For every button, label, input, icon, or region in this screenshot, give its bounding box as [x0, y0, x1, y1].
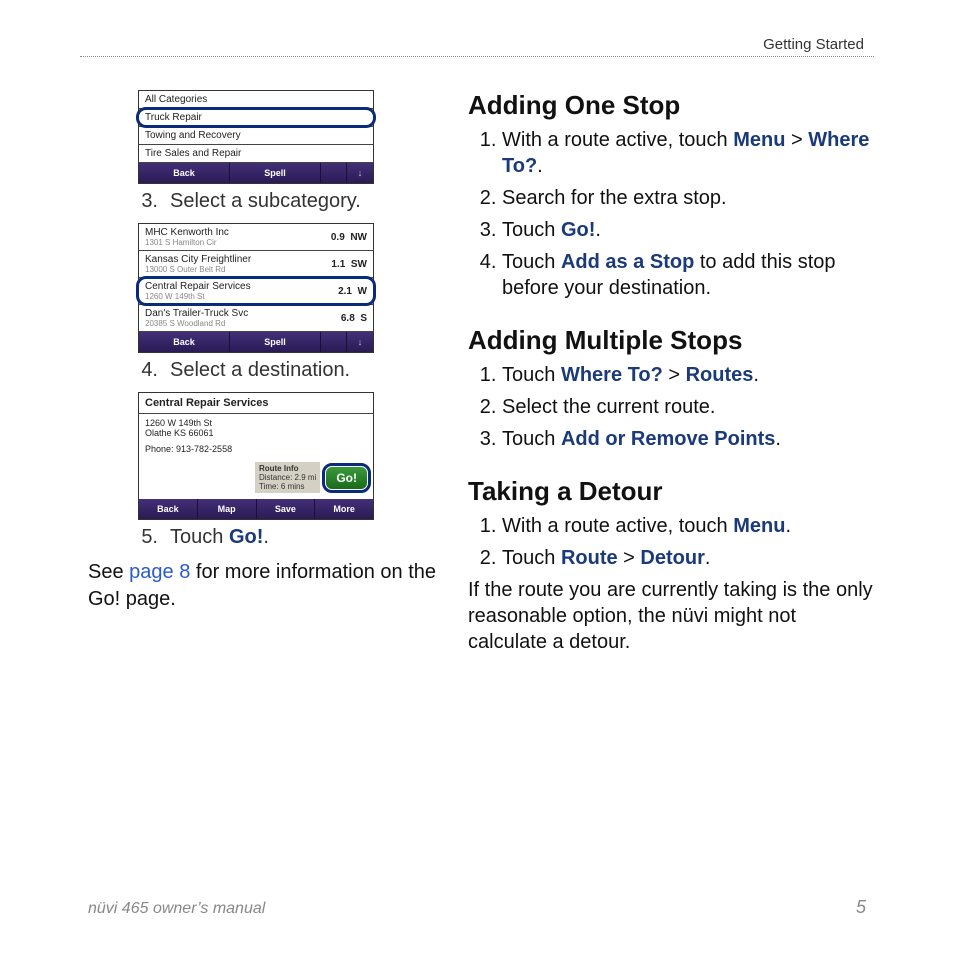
- step-text: Select a subcategory.: [170, 190, 361, 213]
- bold-menu: Menu: [733, 129, 785, 151]
- addr: 1260 W 149th St: [145, 292, 251, 301]
- bold-where-to: Where To?: [561, 364, 663, 386]
- spacer: [321, 332, 347, 352]
- poi-addr1: 1260 W 149th St: [145, 418, 367, 428]
- detour-note: If the route you are currently taking is…: [468, 577, 874, 655]
- footer-title: nüvi 465 owner’s manual: [88, 900, 265, 918]
- page-number: 5: [856, 897, 866, 918]
- dist: 1.1: [331, 259, 345, 270]
- more-button: More: [315, 499, 373, 519]
- step-text: Touch Go!.: [170, 526, 269, 549]
- button-bar: Back Spell ↓: [139, 163, 373, 183]
- route-info-time: Time: 6 mins: [259, 482, 316, 491]
- dir: NW: [350, 232, 367, 243]
- section-adding-multiple-stops: Adding Multiple Stops Touch Where To? > …: [468, 325, 874, 452]
- list-item-highlighted: Central Repair Services1260 W 149th St 2…: [139, 278, 373, 305]
- label: Towing and Recovery: [145, 130, 241, 141]
- spell-button: Spell: [230, 332, 321, 352]
- results-screenshot: MHC Kenworth Inc1301 S Hamilton Cir 0.9 …: [138, 223, 374, 353]
- step-3: 3. Select a subcategory.: [138, 190, 438, 213]
- addr: 1301 S Hamilton Cir: [145, 238, 229, 247]
- step-number: 3.: [138, 190, 158, 213]
- step-number: 5.: [138, 526, 158, 549]
- back-button: Back: [139, 163, 230, 183]
- step-4: 4. Select a destination.: [138, 359, 438, 382]
- route-info-box: Route Info Distance: 2.9 mi Time: 6 mins: [255, 462, 320, 493]
- bold-go: Go!: [561, 219, 595, 241]
- step: Touch Add as a Stop to add this stop bef…: [502, 249, 874, 301]
- step: Search for the extra stop.: [502, 185, 874, 211]
- dir: W: [358, 286, 367, 297]
- step: Touch Where To? > Routes.: [502, 362, 874, 388]
- step-5: 5. Touch Go!.: [138, 526, 438, 549]
- heading: Adding Multiple Stops: [468, 325, 874, 356]
- list-item: Dan's Trailer-Truck Svc20385 S Woodland …: [139, 305, 373, 332]
- step: Touch Route > Detour.: [502, 545, 874, 571]
- label: All Categories: [145, 94, 207, 105]
- list-item: Tire Sales and Repair: [139, 145, 373, 163]
- step: Touch Add or Remove Points.: [502, 426, 874, 452]
- bold-routes: Routes: [686, 364, 754, 386]
- bold-route: Route: [561, 547, 618, 569]
- button-bar: Back Map Save More: [139, 499, 373, 519]
- step: With a route active, touch Menu > Where …: [502, 127, 874, 179]
- spacer: [321, 163, 347, 183]
- addr: 13000 S Outer Belt Rd: [145, 265, 251, 274]
- page-link[interactable]: page 8: [129, 561, 190, 583]
- see-note: See page 8 for more information on the G…: [88, 559, 438, 613]
- go-text: Go!: [229, 526, 263, 548]
- step-number: 4.: [138, 359, 158, 382]
- step-text: Select a destination.: [170, 359, 350, 382]
- name: MHC Kenworth Inc: [145, 227, 229, 238]
- poi-title: Central Repair Services: [145, 397, 269, 409]
- heading: Adding One Stop: [468, 90, 874, 121]
- detail-screenshot: Central Repair Services 1260 W 149th St …: [138, 392, 374, 520]
- heading: Taking a Detour: [468, 476, 874, 507]
- back-button: Back: [139, 499, 198, 519]
- step: Touch Go!.: [502, 217, 874, 243]
- dist: 2.1: [338, 286, 352, 297]
- list-item: MHC Kenworth Inc1301 S Hamilton Cir 0.9 …: [139, 224, 373, 251]
- poi-phone: Phone: 913-782-2558: [145, 444, 367, 454]
- route-info-label: Route Info: [259, 464, 299, 473]
- header-rule: [80, 56, 874, 57]
- categories-screenshot: All Categories Truck Repair Towing and R…: [138, 90, 374, 184]
- name: Kansas City Freightliner: [145, 254, 251, 265]
- dist: 6.8: [341, 313, 355, 324]
- addr: 20385 S Woodland Rd: [145, 319, 248, 328]
- down-icon: ↓: [347, 332, 373, 352]
- map-button: Map: [198, 499, 257, 519]
- list-item: All Categories: [139, 91, 373, 109]
- go-button: Go!: [326, 467, 367, 489]
- label: Tire Sales and Repair: [145, 148, 241, 159]
- bold-detour: Detour: [640, 547, 704, 569]
- section-taking-detour: Taking a Detour With a route active, tou…: [468, 476, 874, 655]
- poi-addr2: Olathe KS 66061: [145, 428, 367, 438]
- name: Central Repair Services: [145, 281, 251, 292]
- bold-add-as-stop: Add as a Stop: [561, 251, 694, 273]
- down-icon: ↓: [347, 163, 373, 183]
- step: Select the current route.: [502, 394, 874, 420]
- name: Dan's Trailer-Truck Svc: [145, 308, 248, 319]
- route-info-dist: Distance: 2.9 mi: [259, 473, 316, 482]
- list-item: Towing and Recovery: [139, 127, 373, 145]
- save-button: Save: [257, 499, 316, 519]
- button-bar: Back Spell ↓: [139, 332, 373, 352]
- spell-button: Spell: [230, 163, 321, 183]
- label: Truck Repair: [145, 112, 202, 123]
- step: With a route active, touch Menu.: [502, 513, 874, 539]
- dir: SW: [351, 259, 367, 270]
- back-button: Back: [139, 332, 230, 352]
- list-item: Kansas City Freightliner13000 S Outer Be…: [139, 251, 373, 278]
- bold-menu: Menu: [733, 515, 785, 537]
- dir: S: [360, 313, 367, 324]
- header-section: Getting Started: [763, 36, 864, 53]
- bold-add-remove-points: Add or Remove Points: [561, 428, 775, 450]
- list-item-highlighted: Truck Repair: [139, 109, 373, 127]
- section-adding-one-stop: Adding One Stop With a route active, tou…: [468, 90, 874, 301]
- dist: 0.9: [331, 232, 345, 243]
